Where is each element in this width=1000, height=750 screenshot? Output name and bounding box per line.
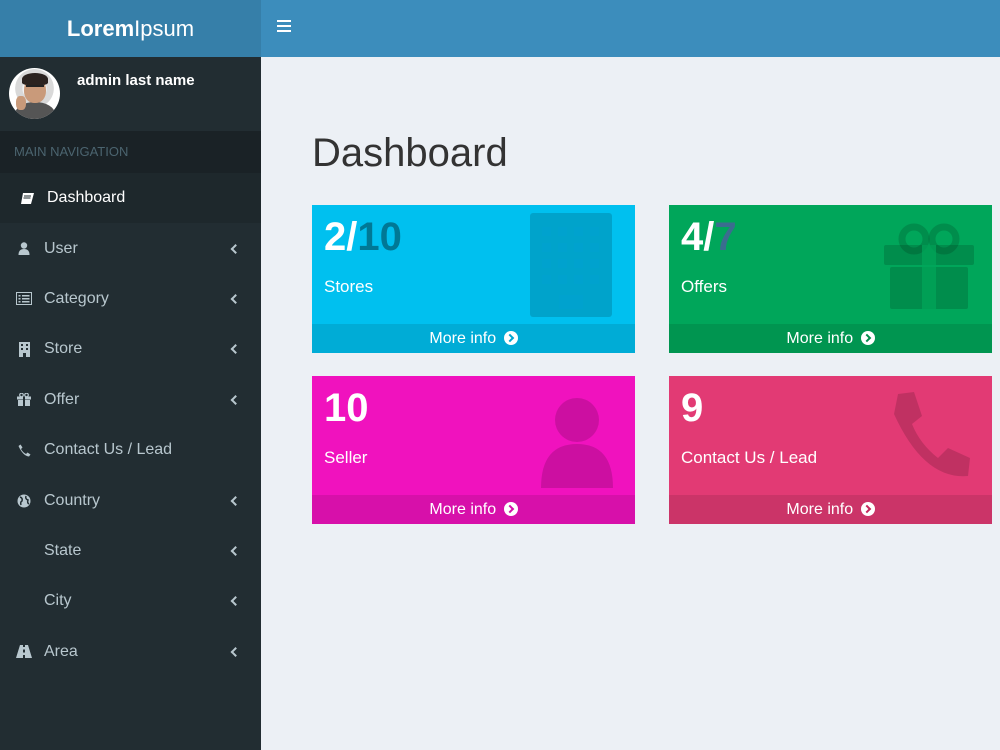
page-title: Dashboard — [312, 131, 508, 175]
sidebar-item-offer[interactable]: Offer — [0, 375, 261, 425]
sidebar-item-label: City — [44, 592, 72, 610]
main-content: Dashboard 2/10 Stores More info 4/7 Offe… — [261, 57, 1000, 750]
brand-bold: Lorem — [66, 15, 135, 41]
building-icon — [530, 213, 612, 317]
chevron-left-icon — [230, 394, 241, 405]
user-panel: admin last name — [0, 57, 261, 131]
stat-label: Stores — [324, 277, 374, 296]
stat-box-offers: 4/7 Offers More info — [669, 205, 992, 353]
sidebar-item-label: Store — [44, 340, 83, 358]
gift-icon — [16, 392, 32, 408]
stat-count: 9 — [681, 386, 704, 430]
sidebar-item-dashboard[interactable]: Dashboard — [0, 173, 261, 224]
sidebar-item-label: Country — [44, 491, 101, 509]
stat-label: Seller — [324, 448, 368, 467]
sidebar-item-label: Category — [44, 289, 109, 307]
sidebar-item-label: User — [44, 239, 78, 257]
arrow-circle-right-icon — [503, 331, 518, 345]
sidebar-item-state[interactable]: State — [0, 526, 261, 576]
more-info-link[interactable]: More info — [312, 495, 635, 524]
sidebar: admin last name MAIN NAVIGATION Dashboar… — [0, 57, 261, 750]
avatar — [9, 68, 60, 119]
more-info-link[interactable]: More info — [669, 324, 992, 353]
more-info-link[interactable]: More info — [669, 495, 992, 524]
sidebar-item-label: State — [44, 541, 82, 559]
arrow-circle-right-icon — [503, 502, 518, 516]
sidebar-item-city[interactable]: City — [0, 576, 261, 626]
stat-count: 4/7 — [681, 215, 737, 259]
building-icon — [16, 341, 32, 357]
chevron-left-icon — [230, 646, 241, 657]
book-icon — [19, 190, 35, 206]
stat-count: 10 — [324, 386, 369, 430]
stat-box-contact-lead: 9 Contact Us / Lead More info — [669, 376, 992, 524]
stat-label: Offers — [681, 277, 727, 296]
chevron-left-icon — [230, 495, 241, 506]
stat-box-seller: 10 Seller More info — [312, 376, 635, 524]
nav-header: MAIN NAVIGATION — [0, 131, 261, 173]
sidebar-item-country[interactable]: Country — [0, 475, 261, 525]
phone-icon — [16, 442, 32, 458]
sidebar-item-label: Offer — [44, 390, 80, 408]
chevron-left-icon — [230, 294, 241, 304]
stat-count: 2/10 — [324, 215, 402, 259]
stat-label: Contact Us / Lead — [681, 448, 818, 467]
chevron-left-icon — [230, 243, 241, 254]
stat-box-stores: 2/10 Stores More info — [312, 205, 635, 353]
arrow-circle-right-icon — [860, 331, 875, 345]
sidebar-item-label: Contact Us / Lead — [44, 441, 173, 459]
arrow-circle-right-icon — [860, 502, 875, 516]
sidebar-item-user[interactable]: User — [0, 223, 261, 273]
chevron-left-icon — [230, 545, 241, 556]
chevron-left-icon — [230, 344, 241, 355]
sidebar-item-contact-lead[interactable]: Contact Us / Lead — [0, 425, 261, 475]
sidebar-item-category[interactable]: Category — [0, 274, 261, 324]
sidebar-item-label: Area — [44, 642, 78, 660]
user-icon — [541, 398, 613, 488]
chevron-left-icon — [230, 596, 241, 607]
user-icon — [16, 241, 32, 257]
sidebar-item-label: Dashboard — [47, 189, 126, 207]
phone-icon — [894, 392, 970, 477]
brand-light: Ipsum — [134, 15, 195, 41]
brand-logo[interactable]: Lorem Ipsum — [0, 0, 261, 57]
globe-icon — [16, 493, 32, 509]
sidebar-item-area[interactable]: Area — [0, 627, 261, 677]
hamburger-menu-icon[interactable] — [277, 20, 291, 34]
gift-icon — [884, 223, 974, 309]
road-icon — [16, 644, 32, 660]
sidebar-item-store[interactable]: Store — [0, 324, 261, 374]
list-icon — [16, 291, 32, 307]
more-info-link[interactable]: More info — [312, 324, 635, 353]
user-name: admin last name — [77, 72, 195, 89]
top-navbar — [261, 0, 1000, 57]
